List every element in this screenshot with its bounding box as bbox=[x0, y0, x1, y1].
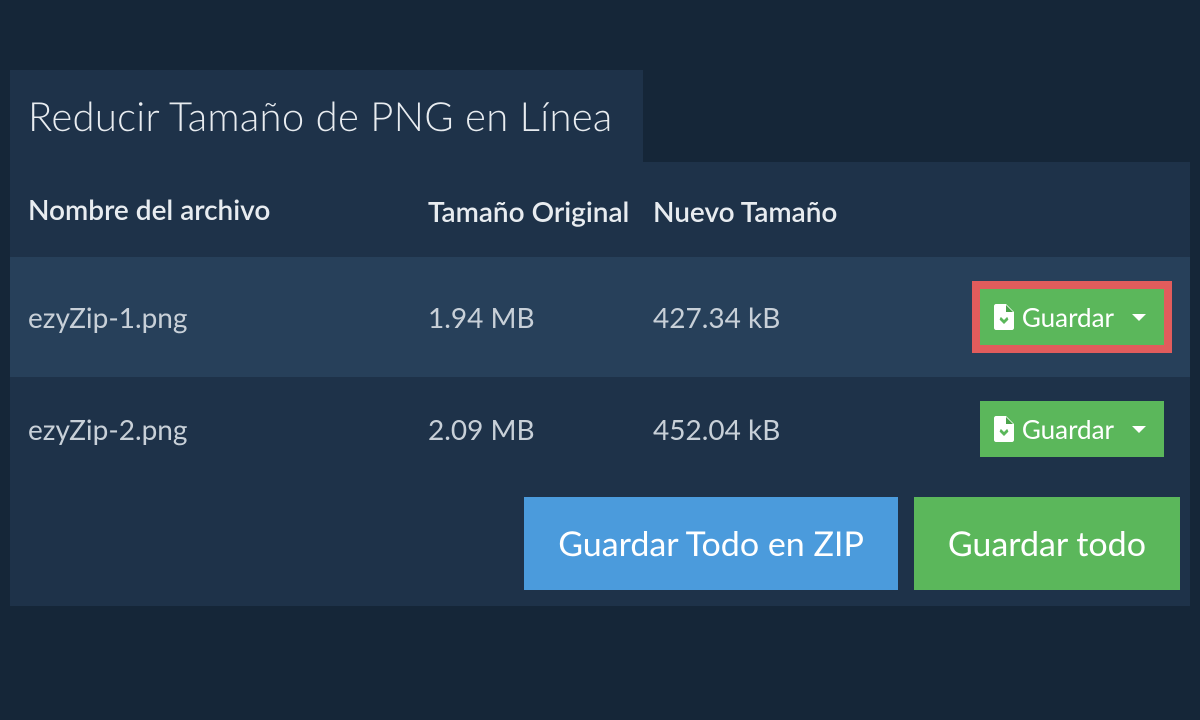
footer-actions: Guardar Todo en ZIP Guardar todo bbox=[10, 481, 1190, 606]
page-title-tab: Reducir Tamaño de PNG en Línea bbox=[10, 70, 643, 162]
save-button-label: Guardar bbox=[1022, 301, 1114, 333]
page-title: Reducir Tamaño de PNG en Línea bbox=[28, 92, 613, 140]
chevron-down-icon bbox=[1132, 426, 1146, 433]
download-file-icon bbox=[994, 304, 1014, 330]
table-header: Nombre del archivo Tamaño Original Nuevo… bbox=[10, 162, 1190, 257]
save-button[interactable]: Guardar bbox=[980, 289, 1164, 345]
cell-filename: ezyZip-1.png bbox=[28, 300, 428, 334]
download-file-icon bbox=[994, 416, 1014, 442]
cell-original: 2.09 MB bbox=[428, 410, 653, 449]
chevron-down-icon bbox=[1132, 314, 1146, 321]
save-button-wrap: Guardar bbox=[980, 401, 1172, 457]
cell-original: 1.94 MB bbox=[428, 298, 653, 337]
col-header-new: Nuevo Tamaño bbox=[653, 192, 903, 231]
col-header-filename: Nombre del archivo bbox=[28, 192, 428, 226]
save-all-zip-button[interactable]: Guardar Todo en ZIP bbox=[524, 497, 898, 590]
results-panel: Nombre del archivo Tamaño Original Nuevo… bbox=[10, 162, 1190, 481]
table-row: ezyZip-1.png 1.94 MB 427.34 kB Guardar bbox=[10, 257, 1190, 377]
tab-bar: Reducir Tamaño de PNG en Línea bbox=[10, 70, 1190, 162]
cell-filename: ezyZip-2.png bbox=[28, 412, 428, 446]
table-row: ezyZip-2.png 2.09 MB 452.04 kB Guardar bbox=[10, 377, 1190, 481]
save-button-label: Guardar bbox=[1022, 413, 1114, 445]
save-button-highlight: Guardar bbox=[972, 281, 1172, 353]
col-header-original: Tamaño Original bbox=[428, 192, 653, 231]
save-all-button[interactable]: Guardar todo bbox=[914, 497, 1180, 590]
save-button[interactable]: Guardar bbox=[980, 401, 1164, 457]
cell-new: 427.34 kB bbox=[653, 298, 903, 337]
cell-new: 452.04 kB bbox=[653, 410, 903, 449]
